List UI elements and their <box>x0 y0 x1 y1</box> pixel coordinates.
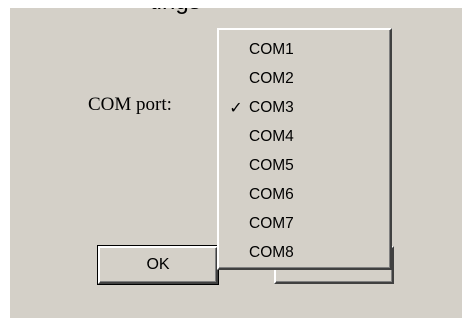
dialog-title: tings <box>150 8 201 16</box>
menu-item-label: COM7 <box>249 215 294 232</box>
ok-button[interactable]: OK <box>97 245 219 285</box>
menu-item-label: COM1 <box>249 41 294 58</box>
com-port-dropdown-menu: COM1 COM2 ✓ COM3 COM4 COM5 COM6 COM7 COM… <box>217 28 392 270</box>
menu-item-com6[interactable]: COM6 <box>219 180 390 209</box>
menu-item-com1[interactable]: COM1 <box>219 35 390 64</box>
checkmark-icon: ✓ <box>229 98 243 117</box>
menu-item-com8[interactable]: COM8 <box>219 238 390 267</box>
menu-item-label: COM3 <box>249 99 294 116</box>
menu-item-label: COM8 <box>249 244 294 261</box>
menu-item-label: COM5 <box>249 157 294 174</box>
menu-item-label: COM2 <box>249 70 294 87</box>
menu-item-com5[interactable]: COM5 <box>219 151 390 180</box>
menu-item-label: COM4 <box>249 128 294 145</box>
menu-item-com3[interactable]: ✓ COM3 <box>219 93 390 122</box>
com-port-label: COM port: <box>88 94 172 115</box>
menu-item-com2[interactable]: COM2 <box>219 64 390 93</box>
menu-item-com7[interactable]: COM7 <box>219 209 390 238</box>
menu-item-com4[interactable]: COM4 <box>219 122 390 151</box>
menu-item-label: COM6 <box>249 186 294 203</box>
settings-dialog: tings COM port: OK Cancel COM1 COM2 ✓ CO… <box>10 8 462 318</box>
